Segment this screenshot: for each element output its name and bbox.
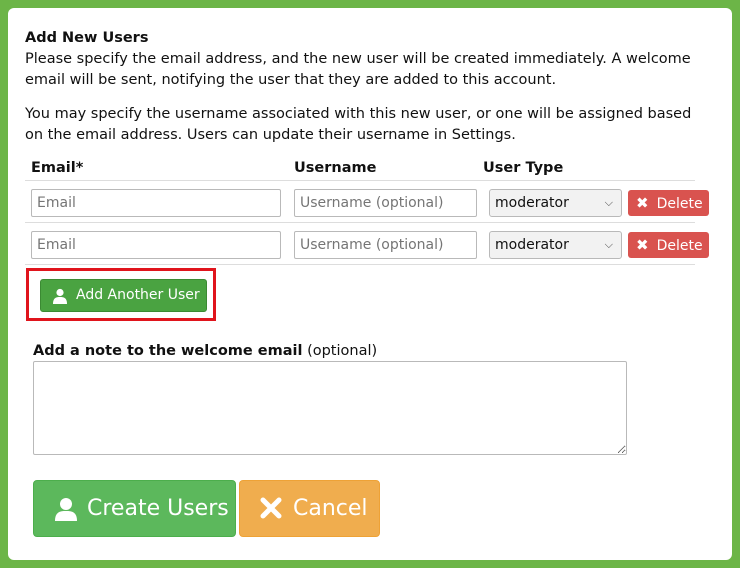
user-icon — [55, 498, 77, 521]
add-another-user-button[interactable]: Add Another User — [40, 279, 207, 312]
delete-button[interactable]: ✖ Delete — [628, 190, 709, 216]
user-icon — [53, 288, 67, 304]
username-input[interactable] — [294, 231, 477, 259]
form-intro: Please specify the email address, and th… — [25, 51, 691, 88]
cancel-button[interactable]: Cancel — [239, 480, 380, 537]
note-label: Add a note to the welcome email (optiona… — [33, 343, 377, 359]
create-users-button[interactable]: Create Users — [33, 480, 236, 537]
email-input[interactable] — [31, 231, 281, 259]
add-another-user-label: Add Another User — [76, 287, 200, 303]
email-input[interactable] — [31, 189, 281, 217]
form-title: Add New Users — [25, 30, 149, 46]
close-icon: ✖ — [636, 194, 649, 212]
user-type-column-header: User Type — [483, 160, 564, 176]
users-table-header: Email* Username User Type — [25, 158, 695, 180]
chevron-down-icon: ⌵ — [604, 238, 613, 251]
close-icon: ✖ — [636, 236, 649, 254]
note-label-optional: (optional) — [307, 343, 378, 359]
user-row: moderator ⌵ ✖ Delete — [25, 222, 709, 265]
create-users-label: Create Users — [87, 496, 229, 521]
username-column-header: Username — [294, 160, 377, 176]
add-users-form: Add New Users Please specify the email a… — [25, 28, 709, 265]
close-icon — [260, 497, 282, 519]
user-type-value: moderator — [495, 237, 569, 253]
username-input[interactable] — [294, 189, 477, 217]
user-type-select[interactable]: moderator ⌵ — [489, 189, 622, 217]
welcome-note-textarea[interactable] — [33, 361, 627, 455]
note-label-text: Add a note to the welcome email — [33, 343, 303, 359]
user-row: moderator ⌵ ✖ Delete — [25, 180, 709, 222]
cancel-label: Cancel — [293, 496, 368, 521]
delete-button[interactable]: ✖ Delete — [628, 232, 709, 258]
email-column-header: Email* — [31, 160, 84, 176]
delete-label: Delete — [656, 196, 703, 212]
chevron-down-icon: ⌵ — [604, 196, 613, 209]
username-info: You may specify the username associated … — [25, 106, 692, 143]
user-type-select[interactable]: moderator ⌵ — [489, 231, 622, 259]
delete-label: Delete — [656, 238, 703, 254]
user-type-value: moderator — [495, 195, 569, 211]
